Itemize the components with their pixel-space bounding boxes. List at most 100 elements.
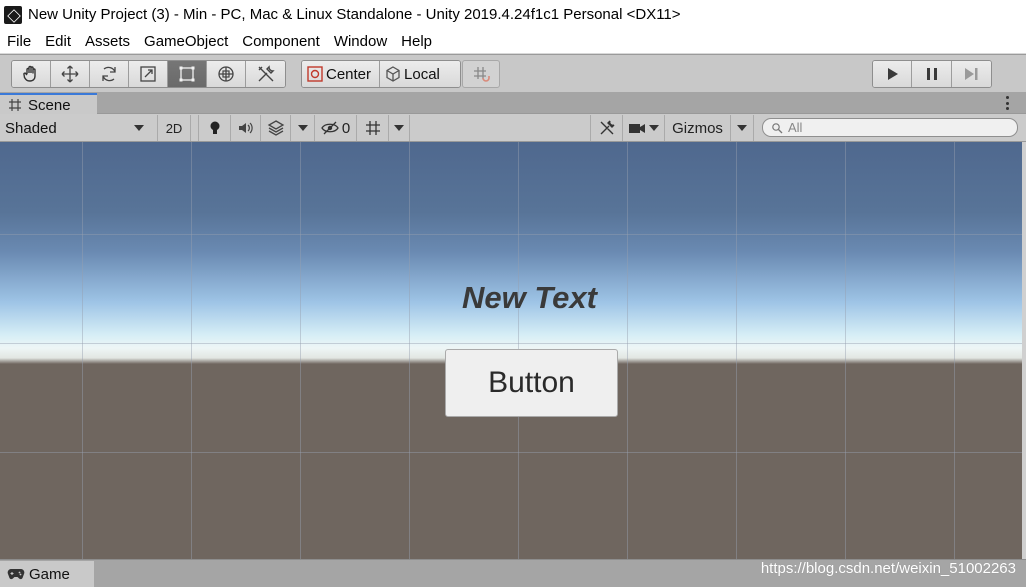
audio-toggle-button[interactable] [230,115,260,141]
menu-component[interactable]: Component [235,33,327,50]
gamepad-icon [7,569,25,580]
grid-snap-button[interactable] [462,60,500,88]
grid-dropdown-button[interactable] [388,115,410,141]
effects-toggle-button[interactable] [260,115,290,141]
unity-logo-icon [4,5,22,24]
transform-tools [11,60,286,88]
toggle-2d-button[interactable]: 2D [157,115,191,141]
gizmos-dropdown-button[interactable] [730,115,754,141]
rect-icon [179,66,195,82]
camera-settings-button[interactable] [622,115,664,141]
hidden-objects-toggle[interactable]: 0 [314,115,356,141]
grid-line [0,343,1022,344]
menu-bar: File Edit Assets GameObject Component Wi… [0,29,1026,54]
tools-toggle-button[interactable] [590,115,622,141]
scale-tool-button[interactable] [129,61,168,87]
custom-tool-button[interactable] [246,61,285,87]
more-options-icon[interactable] [1006,96,1010,110]
pause-button[interactable] [912,61,952,87]
title-bar: New Unity Project (3) - Min - PC, Mac & … [0,0,1026,29]
lightbulb-icon [210,121,219,134]
move-tool-button[interactable] [51,61,90,87]
pivot-center-button[interactable]: Center [302,61,381,87]
play-button[interactable] [873,61,913,87]
play-icon [888,68,899,80]
transform-tool-button[interactable] [207,61,246,87]
tab-scene-label: Scene [28,96,71,114]
grid-snap-icon [474,67,490,82]
move-icon [61,65,79,83]
chevron-down-icon [394,125,404,131]
pivot-center-label: Center [326,65,372,83]
menu-file[interactable]: File [0,33,38,50]
grid-icon [9,99,21,111]
scene-search-input[interactable]: All [762,118,1018,137]
scene-tab-bar: Scene [0,92,1026,115]
cube-icon [386,66,400,82]
search-placeholder: All [788,120,803,135]
grid-line [627,142,628,559]
game-tab-bar: Game https://blog.csdn.net/weixin_510022… [0,559,1026,587]
search-icon [772,122,783,133]
pivot-local-button[interactable]: Local [380,61,460,87]
hand-icon [23,65,36,82]
scene-button-object[interactable]: Button [445,349,618,417]
scale-icon [140,66,156,82]
speaker-icon [238,122,253,134]
custom-tool-icon [258,65,275,82]
tab-scene[interactable]: Scene [0,93,97,115]
eye-hidden-icon [321,121,339,135]
unity-editor-window: New Unity Project (3) - Min - PC, Mac & … [0,0,1026,587]
hidden-count: 0 [341,119,351,137]
grid-line [409,142,410,559]
chevron-down-icon [297,125,308,131]
effects-dropdown-button[interactable] [290,115,314,141]
hand-tool-button[interactable] [12,61,51,87]
wrench-icon [600,120,614,135]
lighting-toggle-button[interactable] [198,115,230,141]
grid-line [191,142,192,559]
scene-text-object[interactable]: New Text [462,280,597,316]
camera-icon [629,124,645,133]
play-controls [872,60,992,88]
grid-line [736,142,737,559]
menu-assets[interactable]: Assets [78,33,137,50]
chevron-down-icon [134,125,144,131]
window-title: New Unity Project (3) - Min - PC, Mac & … [28,6,681,23]
toggle-2d-label: 2D [165,120,183,136]
rotate-tool-button[interactable] [90,61,129,87]
menu-window[interactable]: Window [327,33,394,50]
draw-mode-dropdown[interactable]: Shaded [0,116,152,140]
layers-icon [267,120,284,136]
grid-line [0,452,1022,453]
transform-icon [218,66,234,82]
grid-line [845,142,846,559]
pivot-center-icon [307,66,323,82]
grid-line [0,234,1022,235]
gizmos-label: Gizmos [672,119,723,137]
pivot-toggles: Center Local [301,60,461,88]
menu-edit[interactable]: Edit [38,33,78,50]
main-toolbar: Center Local [0,54,1026,92]
pivot-local-label: Local [404,65,440,83]
scene-scrollbar[interactable] [1022,142,1026,559]
rect-tool-button[interactable] [168,61,207,87]
menu-gameobject[interactable]: GameObject [137,33,235,50]
grid-line [954,142,955,559]
chevron-down-icon [649,125,659,131]
grid-line [300,142,301,559]
gizmos-button[interactable]: Gizmos [664,115,730,141]
chevron-down-icon [737,125,747,131]
watermark-text: https://blog.csdn.net/weixin_51002263 [760,560,1016,577]
scene-viewport[interactable]: New Text Button [0,142,1022,559]
menu-help[interactable]: Help [394,33,439,50]
tab-game[interactable]: Game [0,561,94,587]
step-icon [965,68,978,80]
step-button[interactable] [951,61,991,87]
draw-mode-label: Shaded [5,119,57,137]
scene-toolbar: Shaded 2D 0 Gizmos All [0,114,1026,142]
grid-line [82,142,83,559]
pause-icon [926,68,937,80]
grid-toggle-button[interactable] [356,115,388,141]
rotate-icon [102,66,116,82]
